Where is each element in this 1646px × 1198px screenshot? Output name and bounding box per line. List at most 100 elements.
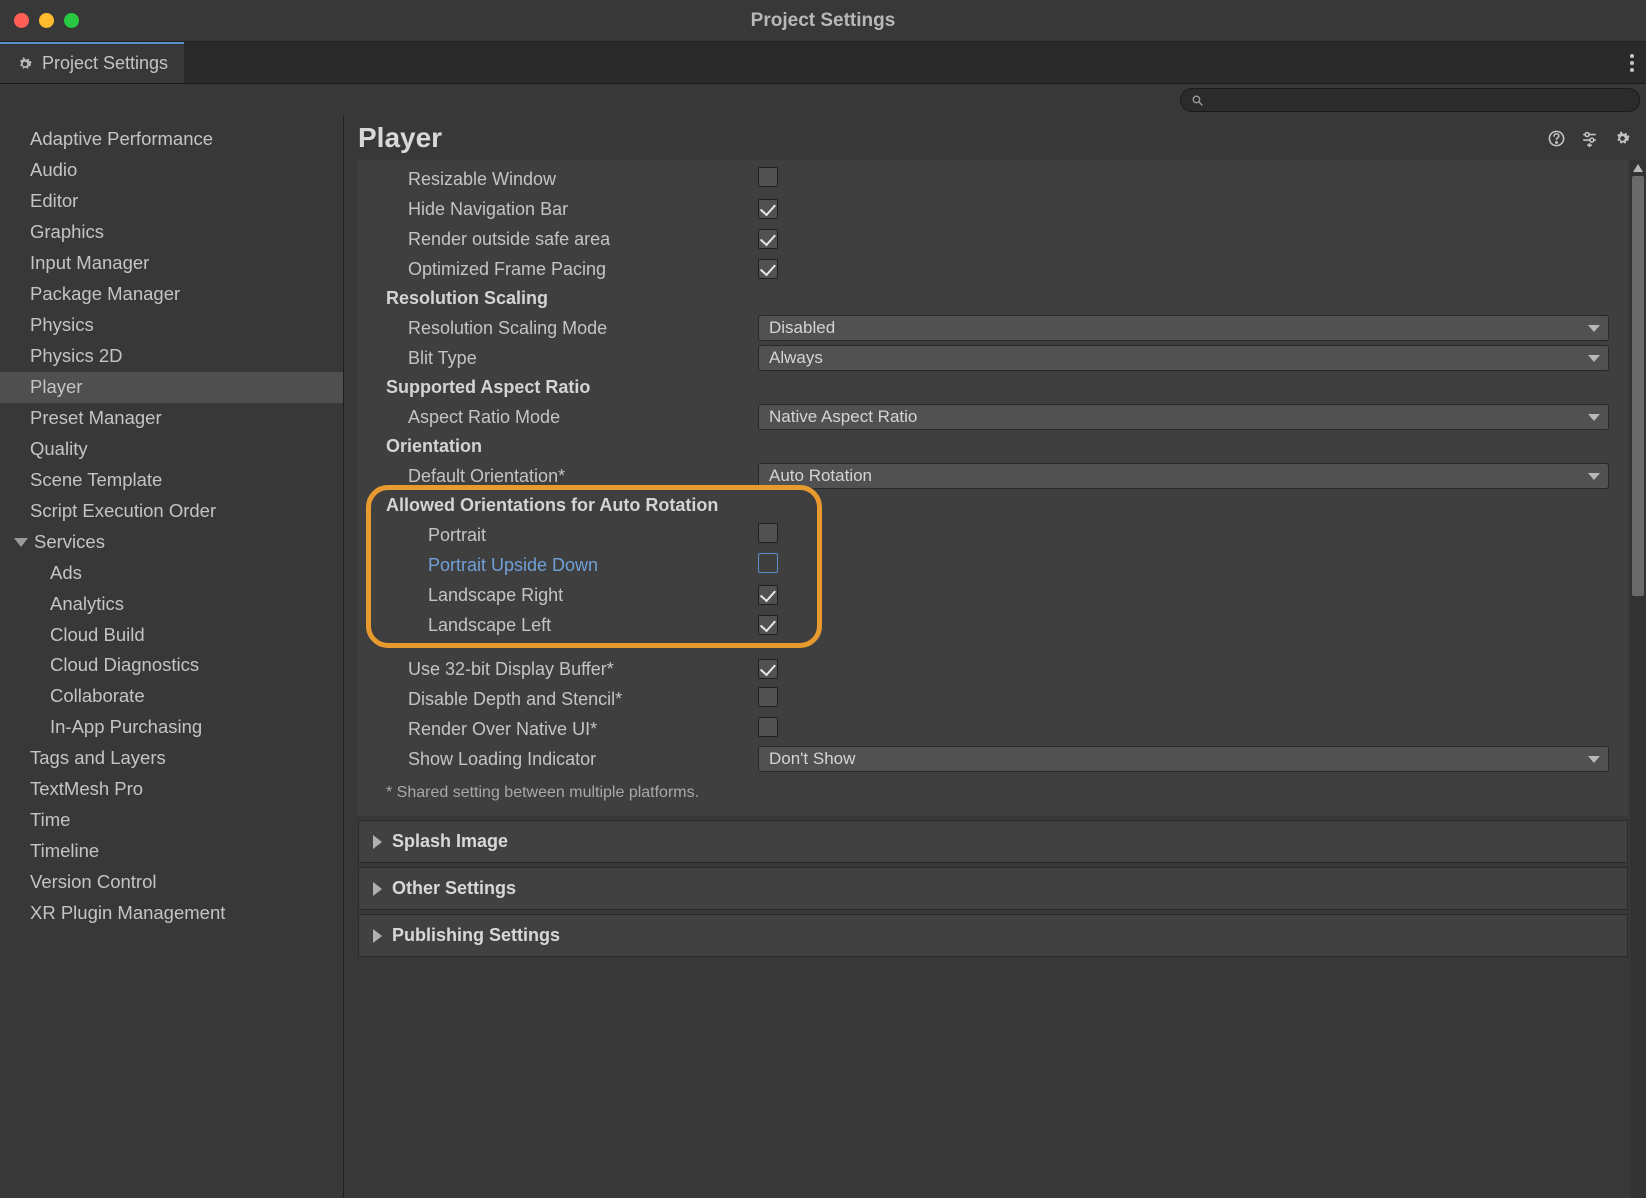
checkbox-portrait[interactable] <box>758 523 778 543</box>
gear-icon[interactable] <box>1613 129 1632 148</box>
setting-row: Show Loading IndicatorDon't Show <box>358 744 1628 774</box>
setting-label: Use 32-bit Display Buffer* <box>358 659 758 680</box>
sidebar-item-input-manager[interactable]: Input Manager <box>0 248 343 279</box>
section-header: Supported Aspect Ratio <box>358 373 1628 402</box>
window-title: Project Settings <box>751 10 896 32</box>
sidebar-item-cloud-diagnostics[interactable]: Cloud Diagnostics <box>0 650 343 681</box>
setting-label: Hide Navigation Bar <box>358 199 758 220</box>
checkbox-landscape-left[interactable] <box>758 615 778 635</box>
setting-control-cell: Always <box>758 345 1618 371</box>
header-icons <box>1547 129 1632 148</box>
setting-control-cell <box>758 659 1618 680</box>
dropdown-resolution-scaling-mode[interactable]: Disabled <box>758 315 1609 341</box>
checkbox-render-outside-safe-area[interactable] <box>758 229 778 249</box>
page-title: Player <box>358 122 442 154</box>
dropdown-blit-type[interactable]: Always <box>758 345 1609 371</box>
sidebar-item-quality[interactable]: Quality <box>0 434 343 465</box>
setting-control-cell: Native Aspect Ratio <box>758 404 1618 430</box>
sidebar-item-services[interactable]: Services <box>0 527 343 558</box>
close-window-button[interactable] <box>14 13 29 28</box>
sidebar-item-physics-2d[interactable]: Physics 2D <box>0 341 343 372</box>
sidebar-item-editor[interactable]: Editor <box>0 186 343 217</box>
sidebar-item-ads[interactable]: Ads <box>0 558 343 589</box>
scroll-up-arrow[interactable] <box>1632 161 1644 175</box>
setting-row: Default Orientation*Auto Rotation <box>358 461 1628 491</box>
chevron-down-icon <box>1588 325 1600 332</box>
sidebar-item-script-execution-order[interactable]: Script Execution Order <box>0 496 343 527</box>
setting-control-cell <box>758 585 1618 606</box>
checkbox-portrait-upside-down[interactable] <box>758 553 778 573</box>
checkbox-use-32-bit-display-buffer-[interactable] <box>758 659 778 679</box>
sidebar-item-version-control[interactable]: Version Control <box>0 867 343 898</box>
setting-label: Aspect Ratio Mode <box>358 407 758 428</box>
scrollbar-thumb[interactable] <box>1632 176 1644 596</box>
checkbox-resizable-window[interactable] <box>758 167 778 187</box>
sidebar-item-package-manager[interactable]: Package Manager <box>0 279 343 310</box>
setting-row: Optimized Frame Pacing <box>358 254 1628 284</box>
tab-project-settings[interactable]: Project Settings <box>0 42 184 83</box>
sidebar-item-collaborate[interactable]: Collaborate <box>0 681 343 712</box>
search-input[interactable] <box>1180 88 1640 112</box>
dropdown-show-loading-indicator[interactable]: Don't Show <box>758 746 1609 772</box>
setting-label: Landscape Right <box>358 585 758 606</box>
setting-control-cell <box>758 717 1618 742</box>
setting-row: Portrait <box>358 520 1628 550</box>
titlebar: Project Settings <box>0 0 1646 42</box>
sidebar-item-scene-template[interactable]: Scene Template <box>0 465 343 496</box>
sidebar-item-analytics[interactable]: Analytics <box>0 589 343 620</box>
chevron-right-icon <box>373 835 382 849</box>
checkbox-disable-depth-and-stencil-[interactable] <box>758 687 778 707</box>
setting-row: Use 32-bit Display Buffer* <box>358 654 1628 684</box>
chevron-down-icon <box>1588 756 1600 763</box>
body: Adaptive PerformanceAudioEditor Graphics I… <box>0 116 1646 1198</box>
sidebar-item-adaptive-performance[interactable]: Adaptive Performance <box>0 124 343 155</box>
sidebar-item-xr-plugin-management[interactable]: XR Plugin Management <box>0 898 343 929</box>
checkbox-render-over-native-ui-[interactable] <box>758 717 778 737</box>
search-icon <box>1191 94 1204 107</box>
help-icon[interactable] <box>1547 129 1566 148</box>
expando-publishing-settings[interactable]: Publishing Settings <box>358 914 1628 957</box>
setting-label: Render outside safe area <box>358 229 758 250</box>
setting-control-cell: Disabled <box>758 315 1618 341</box>
sidebar-item-label: Script Execution Order <box>30 500 216 521</box>
sidebar-item-label: Services <box>34 530 105 555</box>
sidebar-item-player[interactable]: Player <box>0 372 343 403</box>
dropdown-aspect-ratio-mode[interactable]: Native Aspect Ratio <box>758 404 1609 430</box>
dropdown-default-orientation-[interactable]: Auto Rotation <box>758 463 1609 489</box>
settings-group: Resizable WindowHide Navigation BarRende… <box>358 160 1628 816</box>
sidebar-item-time[interactable]: Time <box>0 805 343 836</box>
sidebar-item-cloud-build[interactable]: Cloud Build <box>0 620 343 651</box>
expando-splash-image[interactable]: Splash Image <box>358 820 1628 863</box>
checkbox-hide-navigation-bar[interactable] <box>758 199 778 219</box>
sidebar-item-audio[interactable]: Audio <box>0 155 343 186</box>
setting-control-cell <box>758 167 1618 192</box>
vertical-scrollbar[interactable] <box>1630 160 1646 1198</box>
setting-row: Blit TypeAlways <box>358 343 1628 373</box>
expando-other-settings[interactable]: Other Settings <box>358 867 1628 910</box>
chevron-right-icon <box>373 882 382 896</box>
sidebar-item-label: Physics <box>30 314 94 335</box>
sidebar-item-label: Input Manager <box>30 252 149 273</box>
sidebar-item-textmesh-pro[interactable]: TextMesh Pro <box>0 774 343 805</box>
minimize-window-button[interactable] <box>39 13 54 28</box>
sidebar-item-label: Quality <box>30 438 88 459</box>
section-header: Allowed Orientations for Auto Rotation <box>358 491 1628 520</box>
maximize-window-button[interactable] <box>64 13 79 28</box>
kebab-menu-button[interactable] <box>1630 54 1634 72</box>
sidebar-item-label: Graphics <box>30 221 104 242</box>
sidebar-item-in-app-purchasing[interactable]: In-App Purchasing <box>0 712 343 743</box>
main-header: Player <box>344 116 1646 160</box>
sidebar-item-physics[interactable]: Physics <box>0 310 343 341</box>
expando-label: Splash Image <box>392 831 508 852</box>
sidebar[interactable]: Adaptive PerformanceAudioEditor Graphics I… <box>0 116 344 1198</box>
sidebar-item-graphics[interactable]: Graphics <box>0 217 343 248</box>
sidebar-item-tags-and-layers[interactable]: Tags and Layers <box>0 743 343 774</box>
setting-label: Show Loading Indicator <box>358 749 758 770</box>
checkbox-landscape-right[interactable] <box>758 585 778 605</box>
checkbox-optimized-frame-pacing[interactable] <box>758 259 778 279</box>
setting-row: Aspect Ratio ModeNative Aspect Ratio <box>358 402 1628 432</box>
sidebar-item-preset-manager[interactable]: Preset Manager <box>0 403 343 434</box>
sidebar-item-timeline[interactable]: Timeline <box>0 836 343 867</box>
scroll-area[interactable]: Resizable WindowHide Navigation BarRende… <box>344 160 1646 1198</box>
presets-icon[interactable] <box>1580 129 1599 148</box>
